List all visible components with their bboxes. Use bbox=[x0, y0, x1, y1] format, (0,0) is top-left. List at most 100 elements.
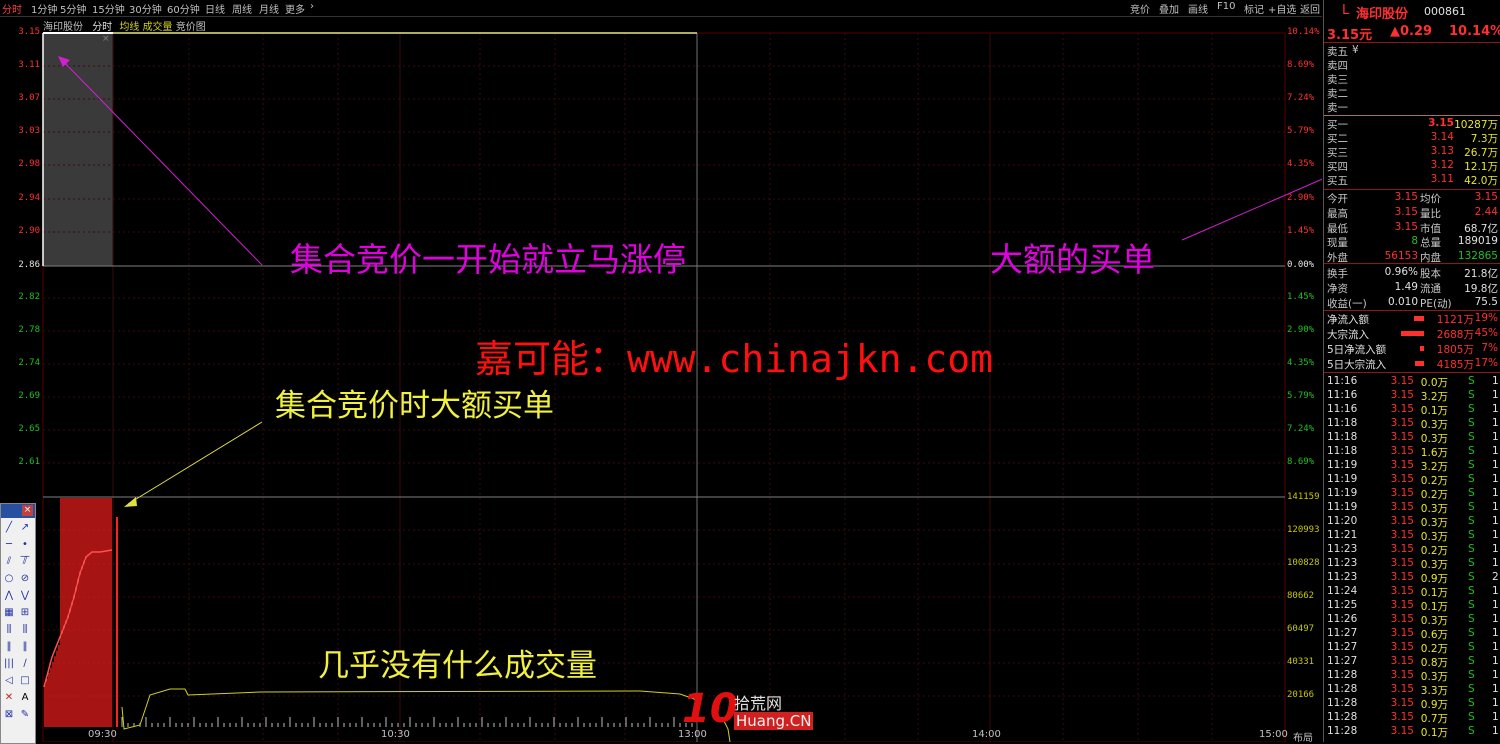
tick-count: 1 bbox=[1492, 487, 1499, 499]
tick-row: 11:19 3.15 0.2万 S 1 bbox=[1324, 473, 1500, 487]
close-icon[interactable]: × bbox=[102, 34, 110, 44]
circle-tool-icon[interactable]: ○ bbox=[3, 573, 15, 585]
chart-tab-auction[interactable]: 竞价图 bbox=[176, 22, 206, 33]
parallel-tool-icon[interactable]: ⫽ bbox=[3, 556, 15, 568]
tick-side: S bbox=[1468, 683, 1475, 695]
mark-button[interactable]: 标记 bbox=[1244, 1, 1264, 16]
auction-button[interactable]: 竞价 bbox=[1130, 1, 1150, 16]
pct-tick: 0.00% bbox=[1287, 260, 1315, 270]
flow-pct: 19% bbox=[1474, 312, 1498, 324]
draw-line-button[interactable]: 画线 bbox=[1188, 1, 1208, 16]
segment-tool-icon[interactable]: •— bbox=[19, 539, 31, 562]
gann-tool-icon[interactable]: ⊞ bbox=[19, 607, 31, 619]
tick-time: 11:23 bbox=[1327, 571, 1358, 583]
chart-tab-avg[interactable]: 均线 bbox=[119, 22, 139, 33]
fib-tool-icon[interactable]: ⊘ bbox=[19, 573, 31, 585]
period-tab-more[interactable]: 更多 bbox=[285, 1, 305, 16]
stat-label: 现量 bbox=[1327, 237, 1348, 250]
period-tab-60min[interactable]: 60分钟 bbox=[167, 1, 200, 16]
bars-tool-icon[interactable]: ||| bbox=[3, 658, 15, 670]
tick-side: S bbox=[1468, 473, 1475, 485]
tick-time: 11:16 bbox=[1327, 375, 1358, 387]
stat-value: 21.8亿 bbox=[1464, 268, 1498, 280]
tick-count: 1 bbox=[1492, 473, 1499, 485]
pct-tick: 5.79% bbox=[1287, 391, 1315, 401]
tick-time: 11:21 bbox=[1327, 529, 1358, 541]
wave-tool-icon[interactable]: ⋀ bbox=[3, 590, 15, 602]
time-tick: 10:30 bbox=[381, 729, 410, 740]
delete-tool-icon[interactable]: ✕ bbox=[3, 692, 15, 704]
marker-tool-icon[interactable]: ✎ bbox=[19, 709, 31, 721]
price-tick: 2.82 bbox=[18, 292, 40, 302]
tick-count: 1 bbox=[1492, 445, 1499, 457]
period-tab-15min[interactable]: 15分钟 bbox=[92, 1, 125, 16]
period-tab-day[interactable]: 日线 bbox=[205, 1, 225, 16]
period-tab-fenshi[interactable]: 分时 bbox=[2, 1, 22, 16]
tick-count: 2 bbox=[1492, 571, 1499, 583]
tick-time: 11:19 bbox=[1327, 473, 1358, 485]
tick-time: 11:28 bbox=[1327, 669, 1358, 681]
chart-tab-fenshi[interactable]: 分时 bbox=[92, 22, 112, 33]
grid-tool-icon[interactable]: ▦ bbox=[3, 607, 15, 619]
overlay-button[interactable]: 叠加 bbox=[1159, 1, 1179, 16]
tick-time: 11:27 bbox=[1327, 655, 1358, 667]
ask-row: 卖一 bbox=[1324, 100, 1500, 114]
tick-side: S bbox=[1468, 571, 1475, 583]
stat-value: 8 bbox=[1411, 235, 1418, 248]
fan-tool-icon[interactable]: ⫼ bbox=[3, 624, 15, 636]
price-tick: 3.11 bbox=[18, 60, 40, 70]
volume-tick: 100828 bbox=[1287, 558, 1320, 568]
tick-row: 11:27 3.15 0.6万 S 1 bbox=[1324, 627, 1500, 641]
price-tick: 2.90 bbox=[18, 226, 40, 236]
cycle-tool-icon[interactable]: ‖ bbox=[19, 641, 31, 653]
f10-button[interactable]: F10 bbox=[1217, 1, 1235, 12]
tick-row: 11:18 3.15 0.3万 S 1 bbox=[1324, 431, 1500, 445]
line-tool-icon[interactable]: ╱ bbox=[3, 522, 15, 534]
tick-side: S bbox=[1468, 543, 1475, 555]
chevron-right-icon[interactable]: › bbox=[310, 1, 314, 12]
tick-volume: 0.3万 bbox=[1420, 419, 1448, 431]
stock-name: 海印股份 bbox=[1356, 7, 1409, 22]
tick-time: 11:23 bbox=[1327, 557, 1358, 569]
tick-count: 1 bbox=[1492, 459, 1499, 471]
hline-tool-icon[interactable]: ─ bbox=[3, 539, 15, 551]
period-tab-1min[interactable]: 1分钟 bbox=[31, 1, 57, 16]
period-tab-week[interactable]: 周线 bbox=[232, 1, 252, 16]
tick-time: 11:28 bbox=[1327, 711, 1358, 723]
tick-row: 11:28 3.15 0.1万 S 1 bbox=[1324, 725, 1500, 739]
trend-tool-icon[interactable]: ∕ bbox=[19, 658, 31, 670]
stat-row: 换手 0.96% 股本 21.8亿 bbox=[1324, 266, 1500, 280]
period-tool-icon[interactable]: ‖ bbox=[3, 641, 15, 653]
volume-tick: 80662 bbox=[1287, 591, 1315, 601]
triangle-tool-icon[interactable]: ◁ bbox=[3, 675, 15, 687]
annotation-low-volume-text: 几乎没有什么成交量 bbox=[318, 648, 597, 684]
arrow-tool-icon[interactable]: ↗ bbox=[19, 522, 31, 534]
tick-time: 11:19 bbox=[1327, 459, 1358, 471]
period-tab-5min[interactable]: 5分钟 bbox=[60, 1, 86, 16]
back-button[interactable]: 返回 bbox=[1300, 1, 1320, 16]
chart-frame bbox=[42, 32, 1286, 742]
tick-side: S bbox=[1468, 431, 1475, 443]
price-change: ▲0.29 bbox=[1390, 24, 1433, 39]
tick-count: 1 bbox=[1492, 641, 1499, 653]
tick-count: 1 bbox=[1492, 557, 1499, 569]
close-icon[interactable]: × bbox=[22, 505, 33, 516]
tick-side: S bbox=[1468, 585, 1475, 597]
add-watchlist-button[interactable]: +自选 bbox=[1268, 1, 1296, 16]
tick-time: 11:27 bbox=[1327, 641, 1358, 653]
tick-volume: 0.3万 bbox=[1420, 517, 1448, 529]
tick-row: 11:27 3.15 0.8万 S 1 bbox=[1324, 655, 1500, 669]
rect-tool-icon[interactable]: □ bbox=[19, 675, 31, 687]
tick-count: 1 bbox=[1492, 515, 1499, 527]
stat-value: 3.15 bbox=[1394, 205, 1418, 218]
stat-value: 132865 bbox=[1457, 250, 1498, 263]
zigzag-tool-icon[interactable]: ⋁ bbox=[19, 590, 31, 602]
tick-side: S bbox=[1468, 389, 1475, 401]
close-tool-icon[interactable]: ⊠ bbox=[3, 709, 15, 721]
channel-tool-icon[interactable]: ⫽ bbox=[19, 556, 31, 568]
period-tab-30min[interactable]: 30分钟 bbox=[129, 1, 162, 16]
speed-tool-icon[interactable]: ⫼ bbox=[19, 624, 31, 636]
period-tab-month[interactable]: 月线 bbox=[259, 1, 279, 16]
chart-tab-volume[interactable]: 成交量 bbox=[143, 22, 173, 33]
text-tool-icon[interactable]: A bbox=[19, 692, 31, 704]
